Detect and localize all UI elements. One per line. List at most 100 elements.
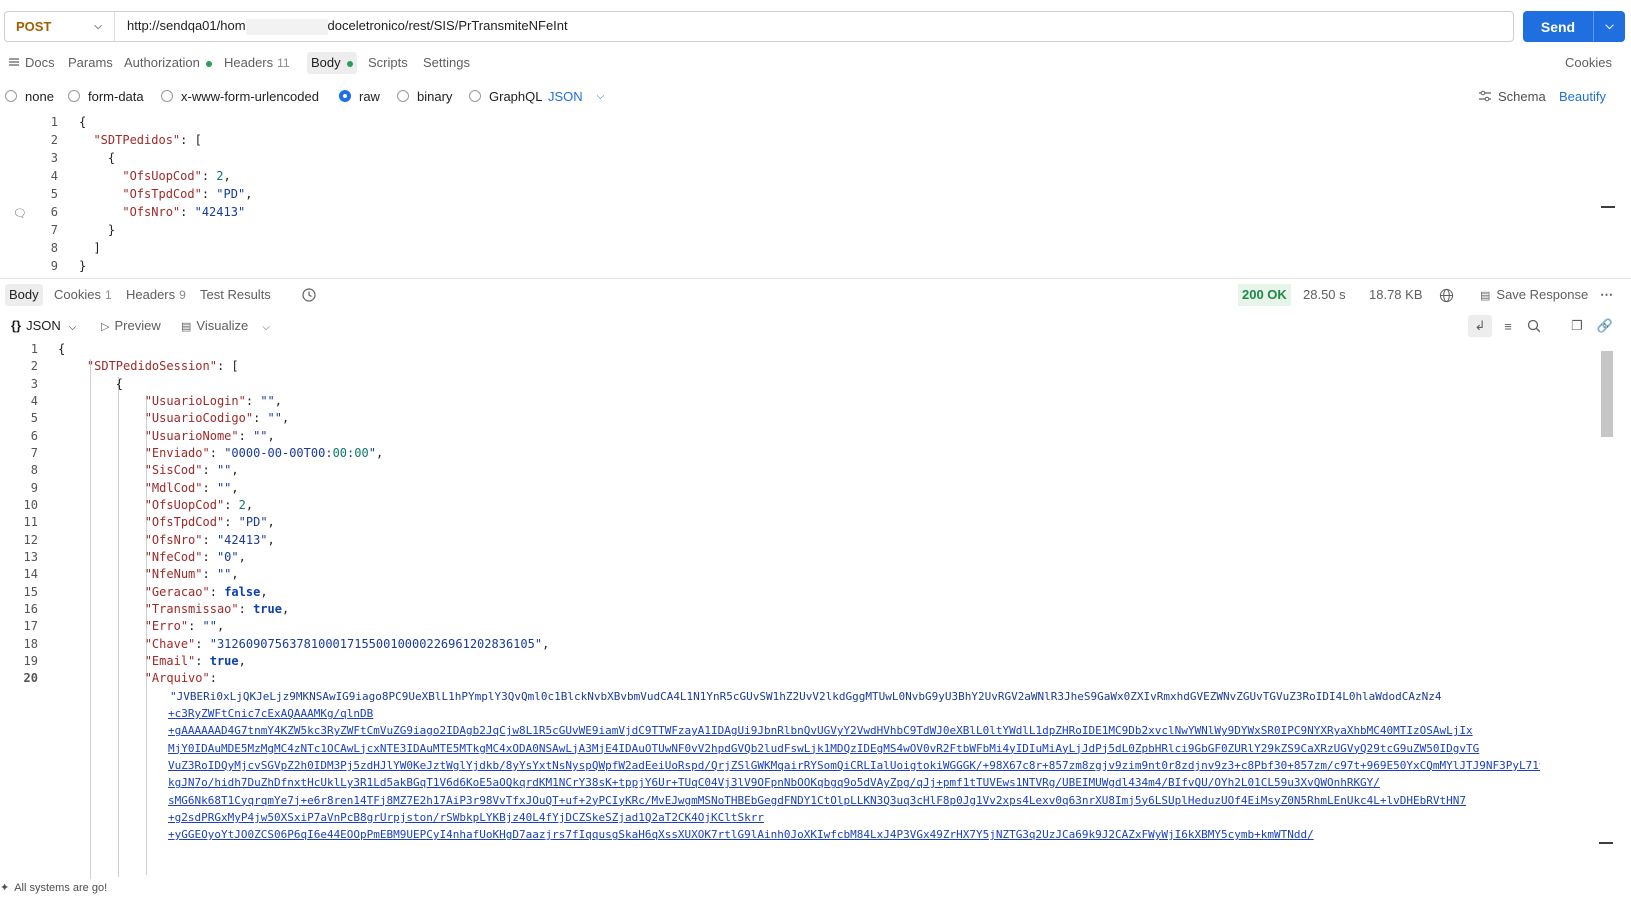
view-mode-select[interactable]: {} JSON ⌵ xyxy=(7,315,80,337)
arquivo-link[interactable]: MjY0IDAuMDE5MzMgMC4zNTc1OCAwLjcxNTE3IDAu… xyxy=(168,740,1540,757)
code-line: 🗨 6 "OfsNro": "42413" xyxy=(0,204,1560,221)
url-input[interactable]: http://sendqa01/hom doceletronico/rest/SI… xyxy=(115,18,568,35)
tab-settings[interactable]: Settings xyxy=(419,52,474,74)
tab-response-cookies-count: 1 xyxy=(104,288,112,302)
globe-icon[interactable] xyxy=(1437,286,1455,304)
code-line: 3 { xyxy=(0,376,1560,393)
code-text: "OfsUopCod": 2, xyxy=(144,497,254,512)
code-line: 4 "UsuarioLogin": "", xyxy=(0,393,1560,410)
save-response-button[interactable]: ▤ Save Response xyxy=(1476,284,1592,306)
line-number: 13 xyxy=(23,549,38,564)
history-icon[interactable] xyxy=(300,286,318,304)
line-number: 7 xyxy=(30,445,38,460)
arquivo-link[interactable]: +yGGEOyoYtJO0ZCS06P6qI6e44EOOpPmEBM9UEPC… xyxy=(168,826,1540,843)
tab-docs-label: Docs xyxy=(25,55,55,70)
code-line: 7 "Enviado": "0000-00-00T00:00:00", xyxy=(0,445,1560,462)
code-text: { xyxy=(79,151,116,165)
arquivo-link[interactable]: +g2sdPRGxMyP4jw50XSxiP7aVnPcB8grUrpjston… xyxy=(168,809,1540,826)
arquivo-link[interactable]: kgJN7o/hidh7DuZhDfnxtHcUklLy3R1Ld5akBGqT… xyxy=(168,774,1540,791)
line-number: 20 xyxy=(23,671,38,686)
scroll-marker xyxy=(1599,842,1613,844)
code-text: "Erro": "", xyxy=(144,619,225,634)
code-line: 14 "NfeNum": "", xyxy=(0,566,1560,583)
tab-authorization[interactable]: Authorization xyxy=(120,52,216,74)
beautify-button[interactable]: Beautify xyxy=(1559,86,1606,106)
radio-form-data[interactable]: form-data xyxy=(68,86,144,106)
line-number: 2 xyxy=(30,359,38,374)
code-line: 17 "Erro": "", xyxy=(0,618,1560,635)
globe-icon-svg xyxy=(1439,288,1453,302)
radio-circle-selected xyxy=(339,90,351,102)
tab-response-headers[interactable]: Headers 9 xyxy=(122,284,190,306)
response-size[interactable]: 18.78 KB xyxy=(1365,284,1427,306)
arquivo-link[interactable]: +c3RyZWFtCnic7cExAQAAAMKg/qlnDB xyxy=(168,705,1540,722)
tab-response-cookies[interactable]: Cookies 1 xyxy=(50,284,116,306)
code-line: 15 "Geracao": false, xyxy=(0,584,1560,601)
footer-status-text: All systems are go! xyxy=(14,882,108,894)
code-line: 1{ xyxy=(0,114,1560,131)
radio-none-label: none xyxy=(25,88,54,104)
preview-button[interactable]: ▷ Preview xyxy=(97,315,165,337)
copy-icon[interactable]: ❐ xyxy=(1566,315,1588,337)
filter-icon[interactable]: ≡ xyxy=(1497,315,1519,337)
tab-scripts[interactable]: Scripts xyxy=(364,52,412,74)
arquivo-link[interactable]: VuZ3RoIDQyMjcvSGVpZ2h0IDM3Pj5zdHJlYW0KeJ… xyxy=(168,757,1540,774)
radio-none[interactable]: none xyxy=(5,86,54,106)
cookies-link[interactable]: Cookies xyxy=(1561,52,1616,74)
line-number: 1 xyxy=(50,115,58,129)
radio-raw[interactable]: raw xyxy=(339,86,380,106)
line-number: 3 xyxy=(30,376,38,391)
tab-response-headers-label: Headers xyxy=(126,287,176,302)
visualize-button[interactable]: ▤ Visualize ⌵ xyxy=(177,315,274,337)
send-button[interactable]: Send ⌵ xyxy=(1523,11,1625,42)
code-line: 3 { xyxy=(0,150,1560,167)
body-type-radios: none form-data x-www-form-urlencoded raw… xyxy=(0,86,1631,106)
radio-graphql[interactable]: GraphQL xyxy=(469,86,542,106)
tab-params[interactable]: Params xyxy=(64,52,117,74)
arquivo-link[interactable]: sMG6Nk68T1CyqrqmYe7j+e6r8ren14TFj8MZ7E2h… xyxy=(168,792,1540,809)
response-time[interactable]: 28.50 s xyxy=(1299,284,1350,306)
schema-button[interactable]: Schema xyxy=(1478,86,1546,106)
body-format-select[interactable]: JSON ⌵ xyxy=(548,86,604,106)
tab-headers[interactable]: Headers 11 xyxy=(220,52,294,74)
tab-response-body-label: Body xyxy=(9,287,39,302)
status-code: 200 OK xyxy=(1242,287,1287,302)
line-number: 5 xyxy=(50,187,58,201)
arquivo-line: +yGGEOyoYtJO0ZCS06P6qI6e44EOOpPmEBM9UEPC… xyxy=(0,826,1560,843)
tab-test-results[interactable]: Test Results xyxy=(196,284,275,306)
code-line: 6 "UsuarioNome": "", xyxy=(0,428,1560,445)
method-select[interactable]: POST ⌵ xyxy=(5,12,115,41)
line-number: 3 xyxy=(50,151,58,165)
radio-binary[interactable]: binary xyxy=(397,86,452,106)
code-text: { xyxy=(58,342,66,356)
line-number: 2 xyxy=(50,133,58,147)
search-icon[interactable] xyxy=(1523,315,1545,337)
code-text: "Enviado": "0000-00-00T00:00:00", xyxy=(144,445,384,460)
code-text: "OfsTpdCod": "PD", xyxy=(144,515,275,530)
status-badge[interactable]: 200 OK xyxy=(1238,284,1291,306)
tab-body[interactable]: Body xyxy=(307,52,357,74)
wrap-lines-icon[interactable]: ↲ xyxy=(1468,315,1492,337)
more-options-icon[interactable]: ⋯ xyxy=(1596,284,1617,306)
footer-status[interactable]: ✦ All systems are go! xyxy=(0,881,107,894)
url-left: http://sendqa01/hom xyxy=(127,18,246,34)
radio-urlencoded[interactable]: x-www-form-urlencoded xyxy=(161,86,319,106)
scrollbar-thumb[interactable] xyxy=(1601,351,1613,437)
send-options-chevron-icon[interactable]: ⌵ xyxy=(1594,20,1625,33)
request-body-editor[interactable]: 1{ 2 "SDTPedidos": [ 3 { 4 "OfsUopCod": … xyxy=(0,114,1631,273)
pane-divider[interactable] xyxy=(0,278,1631,279)
tab-params-label: Params xyxy=(68,55,113,70)
arquivo-link[interactable]: +gAAAAAAD4G7tnmY4KZW5kc3RyZWFtCmVuZG9iag… xyxy=(168,722,1540,739)
preview-label: Preview xyxy=(114,318,161,333)
response-toolbar: {} JSON ⌵ ▷ Preview ▤ Visualize ⌵ ↲ ≡ ❐ 🔗 xyxy=(0,315,1631,337)
code-line: 1{ xyxy=(0,341,1560,358)
response-body-viewer[interactable]: 1{2 "SDTPedidoSession": [3 {4 "UsuarioLo… xyxy=(0,341,1600,879)
tab-docs[interactable]: Docs xyxy=(4,52,59,74)
line-number: 9 xyxy=(30,480,38,495)
code-text: "UsuarioNome": "", xyxy=(144,428,275,443)
line-number: 16 xyxy=(23,601,38,616)
radio-form-data-label: form-data xyxy=(88,88,144,104)
link-icon[interactable]: 🔗 xyxy=(1594,315,1616,337)
tab-response-body[interactable]: Body xyxy=(5,284,43,306)
tab-authorization-label: Authorization xyxy=(124,55,200,70)
